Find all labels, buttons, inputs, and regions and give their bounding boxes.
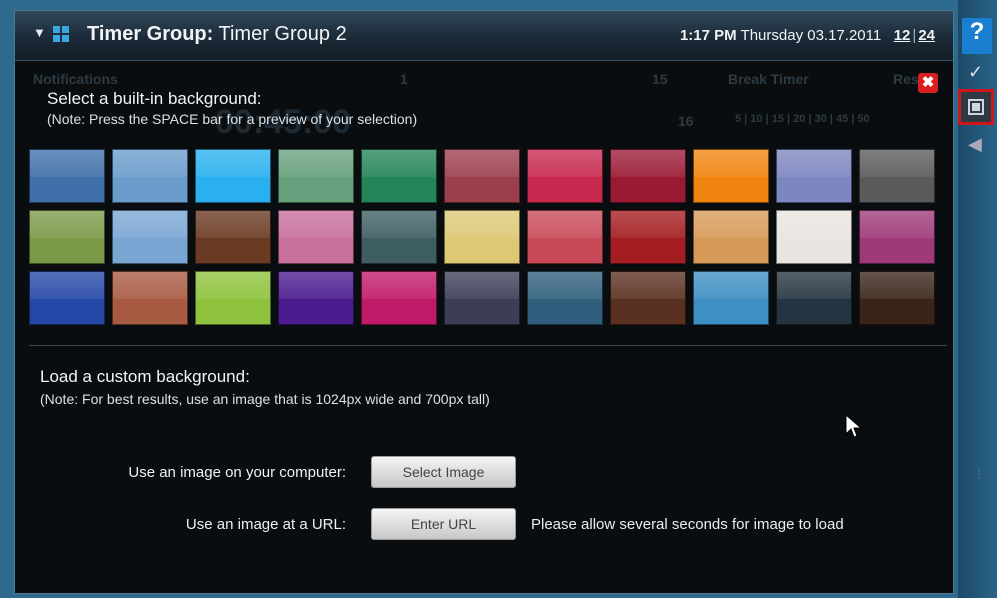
help-icon[interactable]: ? [962, 18, 992, 54]
collapse-arrow-icon[interactable]: ▼ [33, 25, 46, 40]
swatch-slate[interactable] [444, 271, 520, 325]
swatch-rose[interactable] [444, 149, 520, 203]
swatch-light-blue[interactable] [112, 149, 188, 203]
section-divider [29, 345, 947, 346]
window-title: Timer Group: Timer Group 2 [87, 23, 347, 45]
background-icon [968, 99, 984, 115]
load-hint: Please allow several seconds for image t… [531, 516, 844, 533]
title-bar: ▼ Timer Group: Timer Group 2 1:17 PM Thu… [15, 11, 953, 61]
swatch-coral[interactable] [527, 210, 603, 264]
swatch-gray[interactable] [859, 149, 935, 203]
swatch-steel-blue[interactable] [527, 271, 603, 325]
background-chooser-panel: Select a built-in background: (Note: Pre… [29, 73, 953, 593]
swatch-sky-blue[interactable] [693, 271, 769, 325]
swatch-hot-pink[interactable] [361, 271, 437, 325]
clock-date: Thursday 03.17.2011 [740, 27, 882, 44]
swatch-cyan[interactable] [195, 149, 271, 203]
format-12-link[interactable]: 12 [894, 27, 911, 44]
swatch-red-floral[interactable] [610, 210, 686, 264]
swatch-blue-texture[interactable] [112, 210, 188, 264]
format-24-link[interactable]: 24 [918, 27, 935, 44]
drag-handle-icon[interactable]: ⋮ [974, 470, 984, 480]
swatch-sage[interactable] [278, 149, 354, 203]
speaker-icon[interactable]: ◀ [968, 134, 982, 155]
builtin-note: (Note: Press the SPACE bar for a preview… [47, 111, 418, 127]
swatch-olive[interactable] [29, 210, 105, 264]
timer-group-window: ▼ Timer Group: Timer Group 2 1:17 PM Thu… [14, 10, 954, 594]
mouse-cursor-icon [845, 414, 863, 438]
clock: 1:17 PM Thursday 03.17.2011 12 | 24 [679, 27, 935, 44]
select-image-button[interactable]: Select Image [371, 456, 516, 488]
swatch-yellow[interactable] [444, 210, 520, 264]
swatch-dark-texture[interactable] [776, 271, 852, 325]
check-icon[interactable]: ✓ [968, 62, 983, 83]
computer-image-label: Use an image on your computer: [128, 464, 346, 481]
swatch-purple[interactable] [278, 271, 354, 325]
swatch-brown[interactable] [195, 210, 271, 264]
clock-time: 1:17 PM [679, 27, 737, 44]
swatch-magenta[interactable] [859, 210, 935, 264]
swatch-blue[interactable] [29, 149, 105, 203]
swatch-wood[interactable] [610, 271, 686, 325]
swatch-brick[interactable] [112, 271, 188, 325]
swatch-crimson[interactable] [527, 149, 603, 203]
swatch-stripes[interactable] [29, 271, 105, 325]
swatch-dark-wood[interactable] [859, 271, 935, 325]
custom-heading: Load a custom background: [40, 367, 250, 386]
custom-note: (Note: For best results, use an image th… [40, 391, 490, 407]
swatch-lime-texture[interactable] [195, 271, 271, 325]
swatch-orange[interactable] [693, 149, 769, 203]
grid-app-icon [53, 26, 69, 42]
close-button[interactable]: ✖ [918, 73, 938, 93]
swatch-pink[interactable] [278, 210, 354, 264]
url-image-label: Use an image at a URL: [185, 516, 346, 533]
swatch-lavender[interactable] [776, 149, 852, 203]
swatch-grid [29, 149, 941, 335]
builtin-heading: Select a built-in background: [47, 89, 262, 108]
swatch-green[interactable] [361, 149, 437, 203]
swatch-tan-texture[interactable] [693, 210, 769, 264]
enter-url-button[interactable]: Enter URL [371, 508, 516, 540]
swatch-maroon[interactable] [610, 149, 686, 203]
background-settings-button[interactable] [958, 89, 994, 125]
swatch-teal-gray[interactable] [361, 210, 437, 264]
swatch-white-pattern[interactable] [776, 210, 852, 264]
